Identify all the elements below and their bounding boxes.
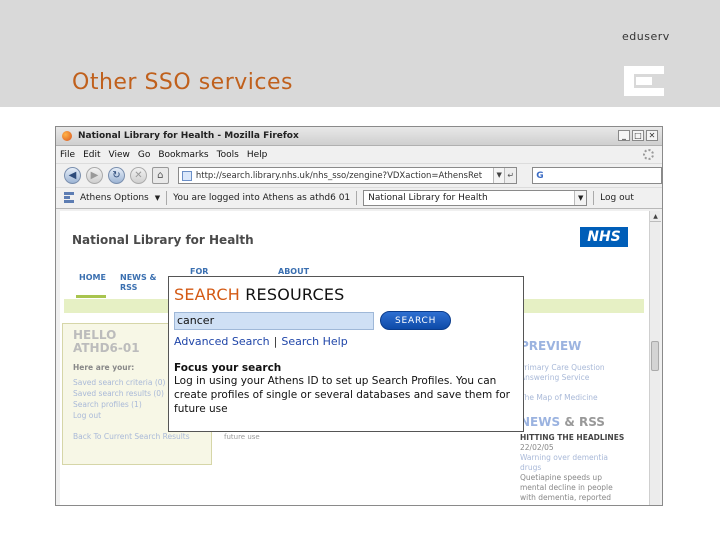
news-heading-a: NEWS xyxy=(520,415,561,429)
preview-link[interactable]: Primary Care Question xyxy=(520,363,605,372)
menu-tools[interactable]: Tools xyxy=(217,150,239,160)
preview-heading: PREVIEW xyxy=(520,339,582,353)
scroll-up-icon[interactable]: ▲ xyxy=(650,211,661,222)
forward-icon[interactable]: ▶ xyxy=(85,167,103,184)
home-icon[interactable]: ⌂ xyxy=(151,167,169,184)
menu-view[interactable]: View xyxy=(109,150,130,160)
search-links: Advanced Search | Search Help xyxy=(174,335,518,348)
athens-options-menu[interactable]: Athens Options xyxy=(80,193,149,203)
divider xyxy=(356,191,358,205)
headlines-label: HITTING THE HEADLINES xyxy=(520,433,625,442)
address-text: http://search.library.nhs.uk/nhs_sso/zen… xyxy=(195,170,483,181)
throbber-icon xyxy=(643,149,654,160)
address-bar[interactable]: http://search.library.nhs.uk/nhs_sso/zen… xyxy=(177,167,518,184)
athens-logo-icon xyxy=(64,192,74,204)
login-status: You are logged into Athens as athd6 01 xyxy=(173,193,351,203)
resource-select[interactable]: National Library for Health ▼ xyxy=(363,190,588,206)
preview-link[interactable]: The Map of Medicine xyxy=(520,393,598,402)
eduserv-logo-icon xyxy=(624,66,664,96)
chevron-down-icon[interactable]: ▼ xyxy=(155,194,160,202)
search-button[interactable]: SEARCH xyxy=(380,311,452,330)
nav-home[interactable]: HOME xyxy=(79,273,106,283)
slide-title: Other SSO services xyxy=(72,70,293,95)
news-item-text: mental decline in people xyxy=(520,483,613,492)
focus-description: Log in using your Athens ID to set up Se… xyxy=(174,375,510,415)
vertical-scrollbar[interactable]: ▲ xyxy=(649,211,661,505)
site-title: National Library for Health xyxy=(72,233,254,247)
window-titlebar: National Library for Health - Mozilla Fi… xyxy=(56,127,662,146)
window-title: National Library for Health - Mozilla Fi… xyxy=(78,131,299,141)
news-item-link[interactable]: Warning over dementia xyxy=(520,453,608,462)
search-engine-box[interactable]: G xyxy=(532,167,662,184)
brand-name: eduserv xyxy=(622,30,670,43)
close-button[interactable]: ✕ xyxy=(646,130,658,141)
logout-link[interactable]: Log out xyxy=(600,193,634,203)
slide: Other SSO services eduserv National Libr… xyxy=(0,0,720,540)
news-item-text: with dementia, reported xyxy=(520,493,612,502)
search-input[interactable]: cancer xyxy=(174,311,374,330)
search-help-link[interactable]: Search Help xyxy=(281,335,347,348)
athens-toolbar: Athens Options ▼ You are logged into Ath… xyxy=(56,187,662,209)
background-text: future use xyxy=(224,433,260,441)
preview-link[interactable]: Answering Service xyxy=(520,373,589,382)
page-icon xyxy=(181,170,192,181)
search-resources-panel: SEARCH RESOURCES cancer SEARCH Advanced … xyxy=(168,276,524,432)
focus-heading: Focus your search xyxy=(174,362,282,374)
maximize-button[interactable]: □ xyxy=(632,130,644,141)
link-separator: | xyxy=(273,335,278,348)
divider xyxy=(166,191,168,205)
chevron-down-icon[interactable]: ▼ xyxy=(493,168,505,183)
active-tab-indicator xyxy=(76,295,106,298)
news-heading: NEWS & RSS xyxy=(520,415,605,429)
google-icon: G xyxy=(536,170,544,181)
nhs-logo: NHS xyxy=(580,227,628,247)
back-icon[interactable]: ◀ xyxy=(64,167,81,184)
news-item-link-cont[interactable]: drugs xyxy=(520,463,541,472)
scroll-thumb[interactable] xyxy=(651,341,659,371)
menu-help[interactable]: Help xyxy=(247,150,268,160)
window-controls: _ □ ✕ xyxy=(618,130,658,141)
advanced-search-link[interactable]: Advanced Search xyxy=(174,335,270,348)
go-icon[interactable]: ↵ xyxy=(504,168,517,183)
minimize-button[interactable]: _ xyxy=(618,130,630,141)
news-date: 22/02/05 xyxy=(520,443,554,452)
search-resources-title: SEARCH RESOURCES xyxy=(174,285,518,304)
title-rest: RESOURCES xyxy=(245,285,345,304)
menu-edit[interactable]: Edit xyxy=(83,150,100,160)
title-accent: SEARCH xyxy=(174,285,240,304)
news-heading-b: & RSS xyxy=(564,415,605,429)
navigation-toolbar: ◀ ▶ ↻ ✕ ⌂ http://search.library.nhs.uk/n… xyxy=(56,163,662,187)
menu-file[interactable]: File xyxy=(60,150,75,160)
menu-bar: File Edit View Go Bookmarks Tools Help xyxy=(56,146,662,163)
firefox-icon xyxy=(62,131,72,141)
menu-bookmarks[interactable]: Bookmarks xyxy=(158,150,208,160)
stop-icon[interactable]: ✕ xyxy=(129,167,147,184)
nav-news-rss[interactable]: NEWS & RSS xyxy=(120,273,160,293)
search-row: cancer SEARCH xyxy=(174,311,518,330)
resource-select-value: National Library for Health xyxy=(368,193,488,203)
news-item-text: Quetiapine speeds up xyxy=(520,473,602,482)
back-to-results-link[interactable]: Back To Current Search Results xyxy=(73,432,201,441)
reload-icon[interactable]: ↻ xyxy=(107,167,125,184)
chevron-down-icon: ▼ xyxy=(574,191,587,205)
slide-header: Other SSO services eduserv xyxy=(0,0,720,107)
divider xyxy=(593,191,595,205)
menu-go[interactable]: Go xyxy=(138,150,150,160)
